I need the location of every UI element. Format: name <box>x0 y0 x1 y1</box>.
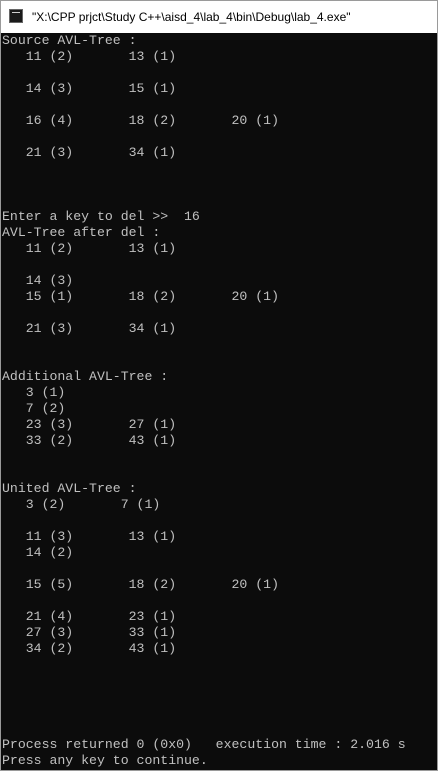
console-line: 34 (2) 43 (1) <box>2 641 177 656</box>
console-line: Source AVL-Tree : <box>2 33 137 48</box>
console-window: "X:\CPP prjct\Study C++\aisd_4\lab_4\bin… <box>0 0 438 771</box>
console-line: 11 (3) 13 (1) <box>2 529 177 544</box>
console-line: Press any key to continue. <box>2 753 208 768</box>
console-line: 21 (3) 34 (1) <box>2 145 177 160</box>
console-line: 7 (2) <box>2 401 66 416</box>
console-line: 3 (2) 7 (1) <box>2 497 161 512</box>
console-line: 14 (2) <box>2 545 74 560</box>
window-title: "X:\CPP prjct\Study C++\aisd_4\lab_4\bin… <box>32 10 351 24</box>
console-app-icon <box>9 9 23 23</box>
console-line: 27 (3) 33 (1) <box>2 625 177 640</box>
title-bar[interactable]: "X:\CPP prjct\Study C++\aisd_4\lab_4\bin… <box>1 1 437 33</box>
console-line: Process returned 0 (0x0) execution time … <box>2 737 406 752</box>
console-line: AVL-Tree after del : <box>2 225 161 240</box>
console-line: 33 (2) 43 (1) <box>2 433 177 448</box>
console-line: 11 (2) 13 (1) <box>2 49 177 64</box>
console-line: 14 (3) 15 (1) <box>2 81 177 96</box>
console-line: 3 (1) <box>2 385 66 400</box>
console-output[interactable]: Source AVL-Tree : 11 (2) 13 (1) 14 (3) 1… <box>1 33 437 770</box>
console-line: United AVL-Tree : <box>2 481 137 496</box>
console-line: 16 (4) 18 (2) 20 (1) <box>2 113 279 128</box>
console-line: 23 (3) 27 (1) <box>2 417 177 432</box>
console-line: 14 (3) <box>2 273 74 288</box>
console-line: 15 (5) 18 (2) 20 (1) <box>2 577 279 592</box>
console-line: Additional AVL-Tree : <box>2 369 169 384</box>
console-line: 21 (3) 34 (1) <box>2 321 177 336</box>
console-line: 21 (4) 23 (1) <box>2 609 177 624</box>
console-line: Enter a key to del >> 16 <box>2 209 200 224</box>
console-line: 15 (1) 18 (2) 20 (1) <box>2 289 279 304</box>
console-line: 11 (2) 13 (1) <box>2 241 177 256</box>
